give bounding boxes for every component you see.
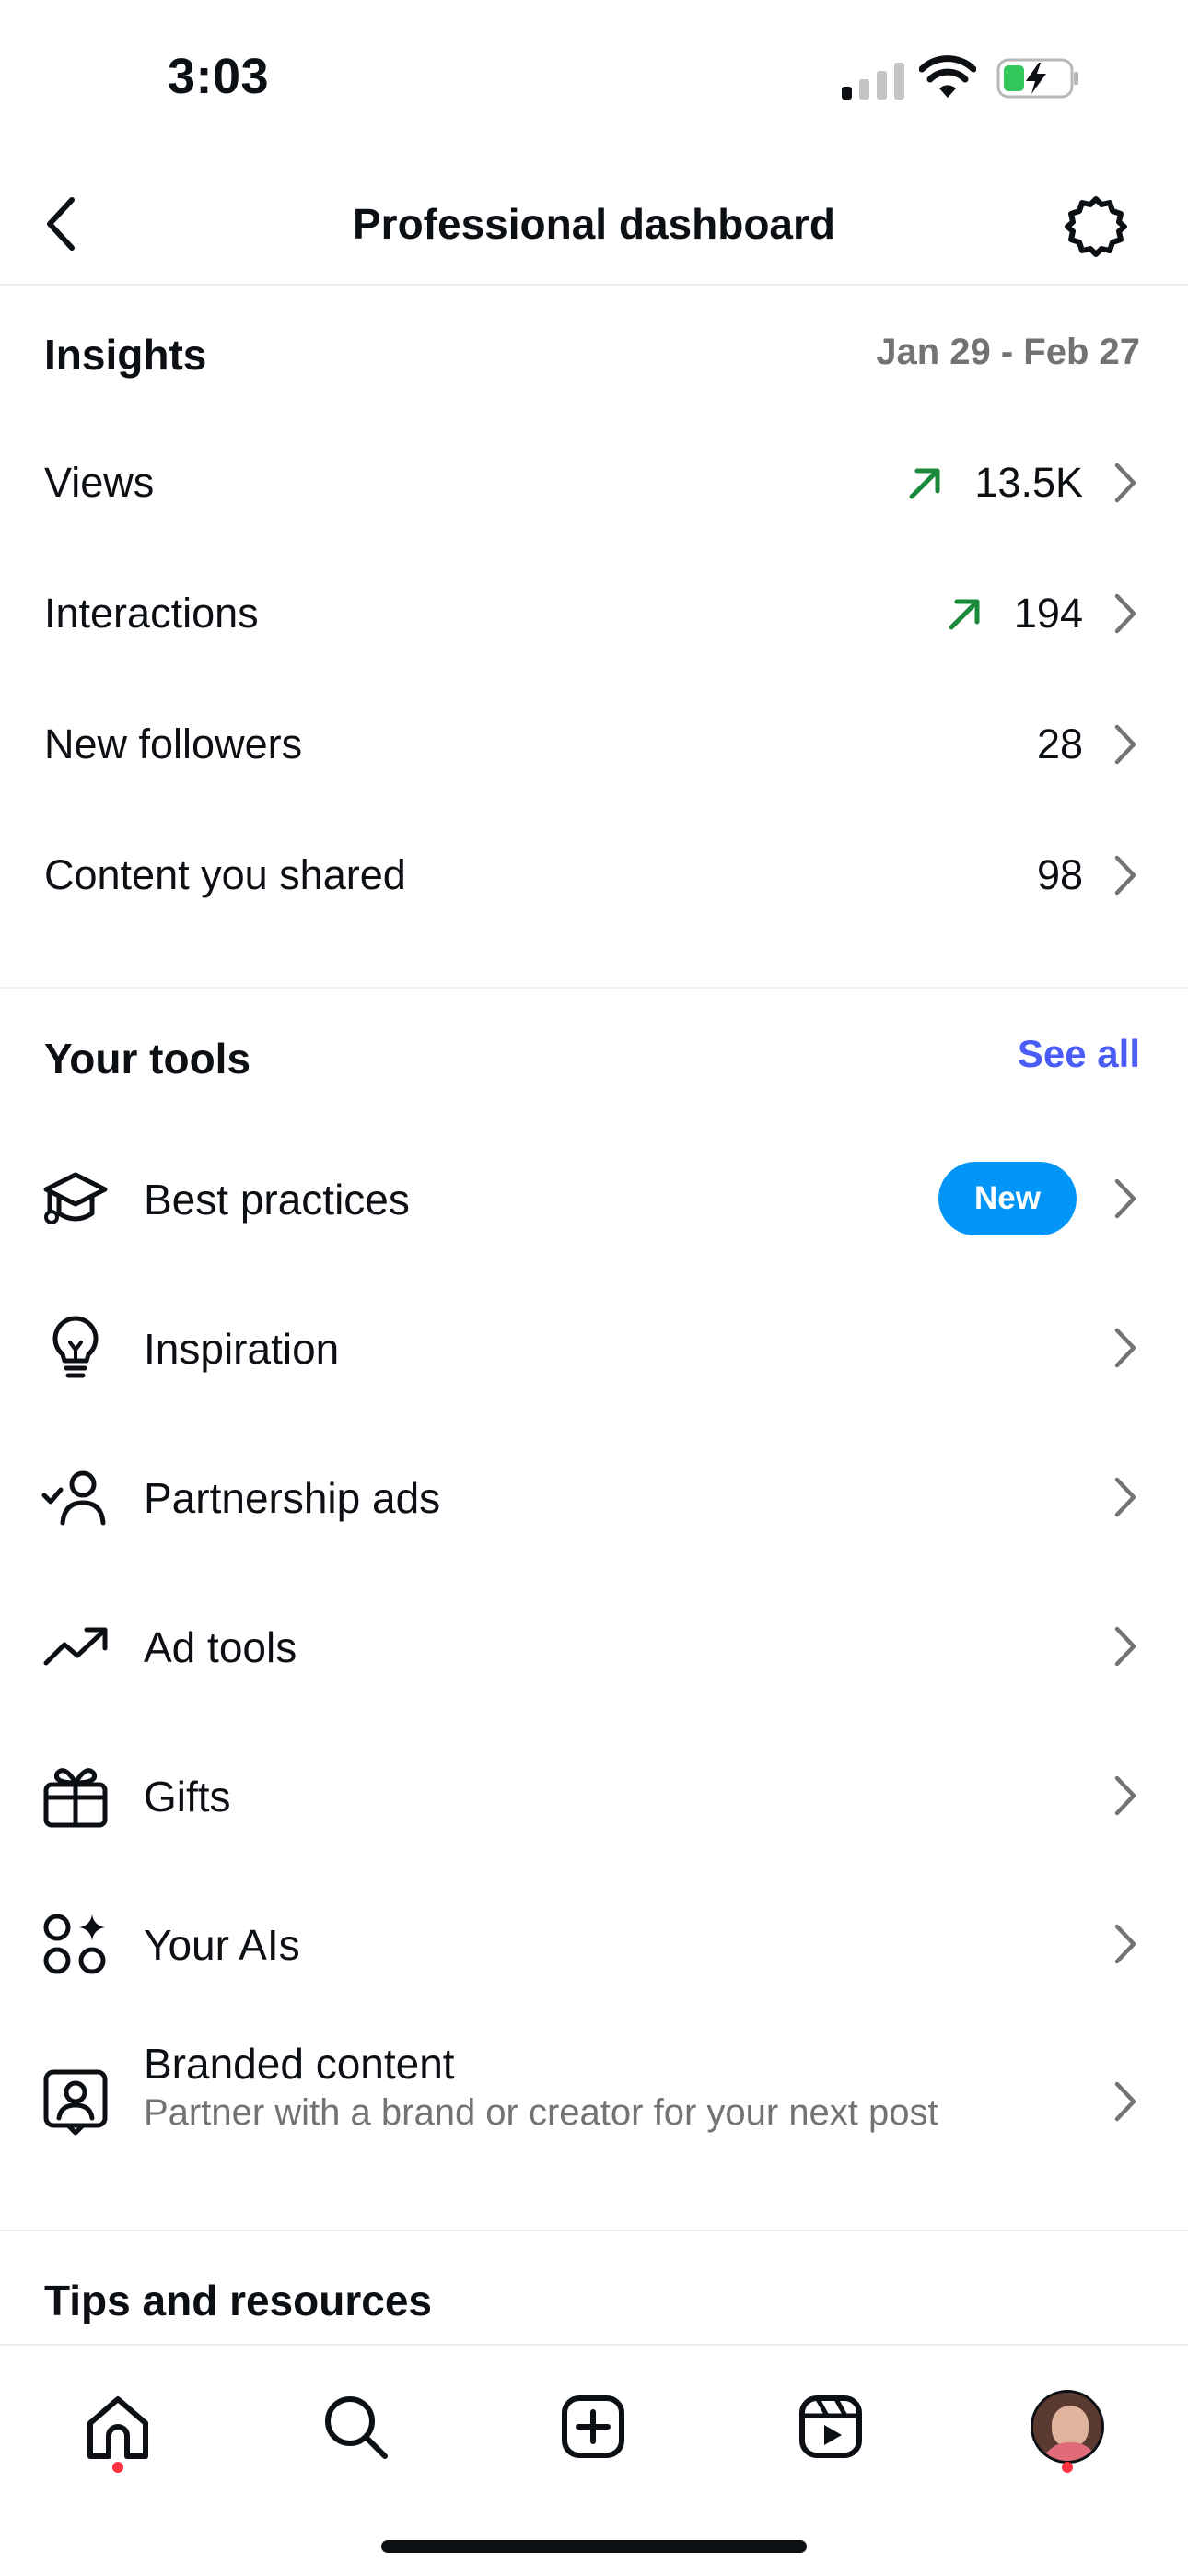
metric-label: Content you shared bbox=[44, 851, 406, 898]
see-all-link[interactable]: See all bbox=[1018, 1032, 1140, 1076]
metric-row-views[interactable]: Views 13.5K bbox=[0, 431, 1188, 542]
chevron-right-icon bbox=[1114, 1178, 1136, 1219]
branded-content-icon bbox=[43, 2069, 108, 2136]
nav-create-button[interactable] bbox=[549, 2383, 637, 2471]
chevron-right-icon bbox=[1114, 1328, 1136, 1368]
profile-avatar bbox=[1031, 2390, 1104, 2464]
metric-value: 13.5K bbox=[974, 459, 1083, 506]
lightbulb-icon bbox=[52, 1316, 99, 1378]
nav-reels-button[interactable] bbox=[786, 2383, 875, 2471]
tool-row-ad-tools[interactable]: Ad tools bbox=[0, 1576, 1188, 1715]
settings-button[interactable] bbox=[1059, 190, 1133, 263]
chevron-right-icon bbox=[1114, 593, 1136, 634]
metric-label: Interactions bbox=[44, 590, 259, 637]
graduation-cap-icon bbox=[43, 1172, 108, 1224]
tool-label: Partnership ads bbox=[144, 1474, 441, 1522]
search-icon bbox=[325, 2396, 388, 2459]
home-notification-dot bbox=[112, 2462, 123, 2473]
ai-sparkle-icon bbox=[43, 1914, 106, 1974]
chevron-right-icon bbox=[1114, 2081, 1136, 2122]
reels-icon bbox=[799, 2395, 862, 2458]
metric-value: 194 bbox=[1013, 590, 1083, 637]
nav-home-button[interactable] bbox=[74, 2383, 162, 2471]
metric-row-content-shared[interactable]: Content you shared 98 bbox=[0, 824, 1188, 934]
metric-label: New followers bbox=[44, 720, 303, 767]
trend-up-arrow-icon bbox=[909, 468, 940, 499]
header: Professional dashboard bbox=[0, 166, 1188, 286]
tips-heading: Tips and resources bbox=[44, 2277, 432, 2324]
cellular-signal-icon bbox=[842, 63, 904, 100]
chevron-right-icon bbox=[1114, 1924, 1136, 1964]
tool-label: Best practices bbox=[144, 1176, 410, 1224]
tool-row-branded-content[interactable]: Branded content Partner with a brand or … bbox=[0, 2032, 1188, 2170]
metric-value: 28 bbox=[1036, 720, 1083, 767]
home-indicator bbox=[381, 2540, 807, 2553]
metric-value: 98 bbox=[1036, 851, 1083, 898]
chevron-right-icon bbox=[1114, 1626, 1136, 1667]
battery-charging-icon bbox=[996, 58, 1078, 99]
tool-label: Ad tools bbox=[144, 1623, 297, 1671]
insights-date-range[interactable]: Jan 29 - Feb 27 bbox=[876, 332, 1140, 373]
tool-row-your-ais[interactable]: Your AIs bbox=[0, 1874, 1188, 2012]
page-title: Professional dashboard bbox=[352, 200, 835, 248]
tool-row-best-practices[interactable]: Best practices New bbox=[0, 1129, 1188, 1267]
tool-label: Inspiration bbox=[144, 1325, 340, 1373]
chevron-right-icon bbox=[1114, 1477, 1136, 1517]
tool-label: Your AIs bbox=[144, 1921, 300, 1969]
tool-row-inspiration[interactable]: Inspiration bbox=[0, 1278, 1188, 1416]
gear-icon bbox=[1065, 196, 1127, 257]
insights-heading: Insights bbox=[44, 331, 207, 379]
tool-row-gifts[interactable]: Gifts bbox=[0, 1726, 1188, 1864]
status-time: 3:03 bbox=[168, 49, 270, 104]
metric-row-new-followers[interactable]: New followers 28 bbox=[0, 693, 1188, 803]
tool-label: Gifts bbox=[144, 1773, 231, 1821]
person-check-icon bbox=[41, 1470, 106, 1526]
tools-heading: Your tools bbox=[44, 1035, 251, 1083]
gift-icon bbox=[43, 1768, 108, 1828]
chevron-right-icon bbox=[1114, 463, 1136, 503]
metric-row-interactions[interactable]: Interactions 194 bbox=[0, 562, 1188, 673]
status-bar: 3:03 bbox=[0, 0, 1188, 147]
tool-sublabel: Partner with a brand or creator for your… bbox=[144, 2092, 938, 2133]
profile-notification-dot bbox=[1062, 2462, 1073, 2473]
wifi-icon bbox=[919, 55, 976, 98]
nav-search-button[interactable] bbox=[311, 2383, 400, 2471]
trend-up-arrow-icon bbox=[949, 599, 980, 630]
metric-label: Views bbox=[44, 459, 155, 506]
chevron-right-icon bbox=[1114, 724, 1136, 765]
new-badge: New bbox=[938, 1162, 1077, 1235]
trending-up-icon bbox=[43, 1627, 108, 1666]
tool-label: Branded content bbox=[144, 2040, 455, 2088]
section-divider bbox=[0, 987, 1188, 989]
tool-row-partnership-ads[interactable]: Partnership ads bbox=[0, 1427, 1188, 1565]
home-icon bbox=[87, 2396, 148, 2459]
chevron-right-icon bbox=[1114, 1775, 1136, 1816]
section-divider bbox=[0, 2230, 1188, 2231]
chevron-right-icon bbox=[1114, 855, 1136, 896]
nav-profile-button[interactable] bbox=[1023, 2383, 1112, 2471]
create-icon bbox=[562, 2395, 624, 2458]
